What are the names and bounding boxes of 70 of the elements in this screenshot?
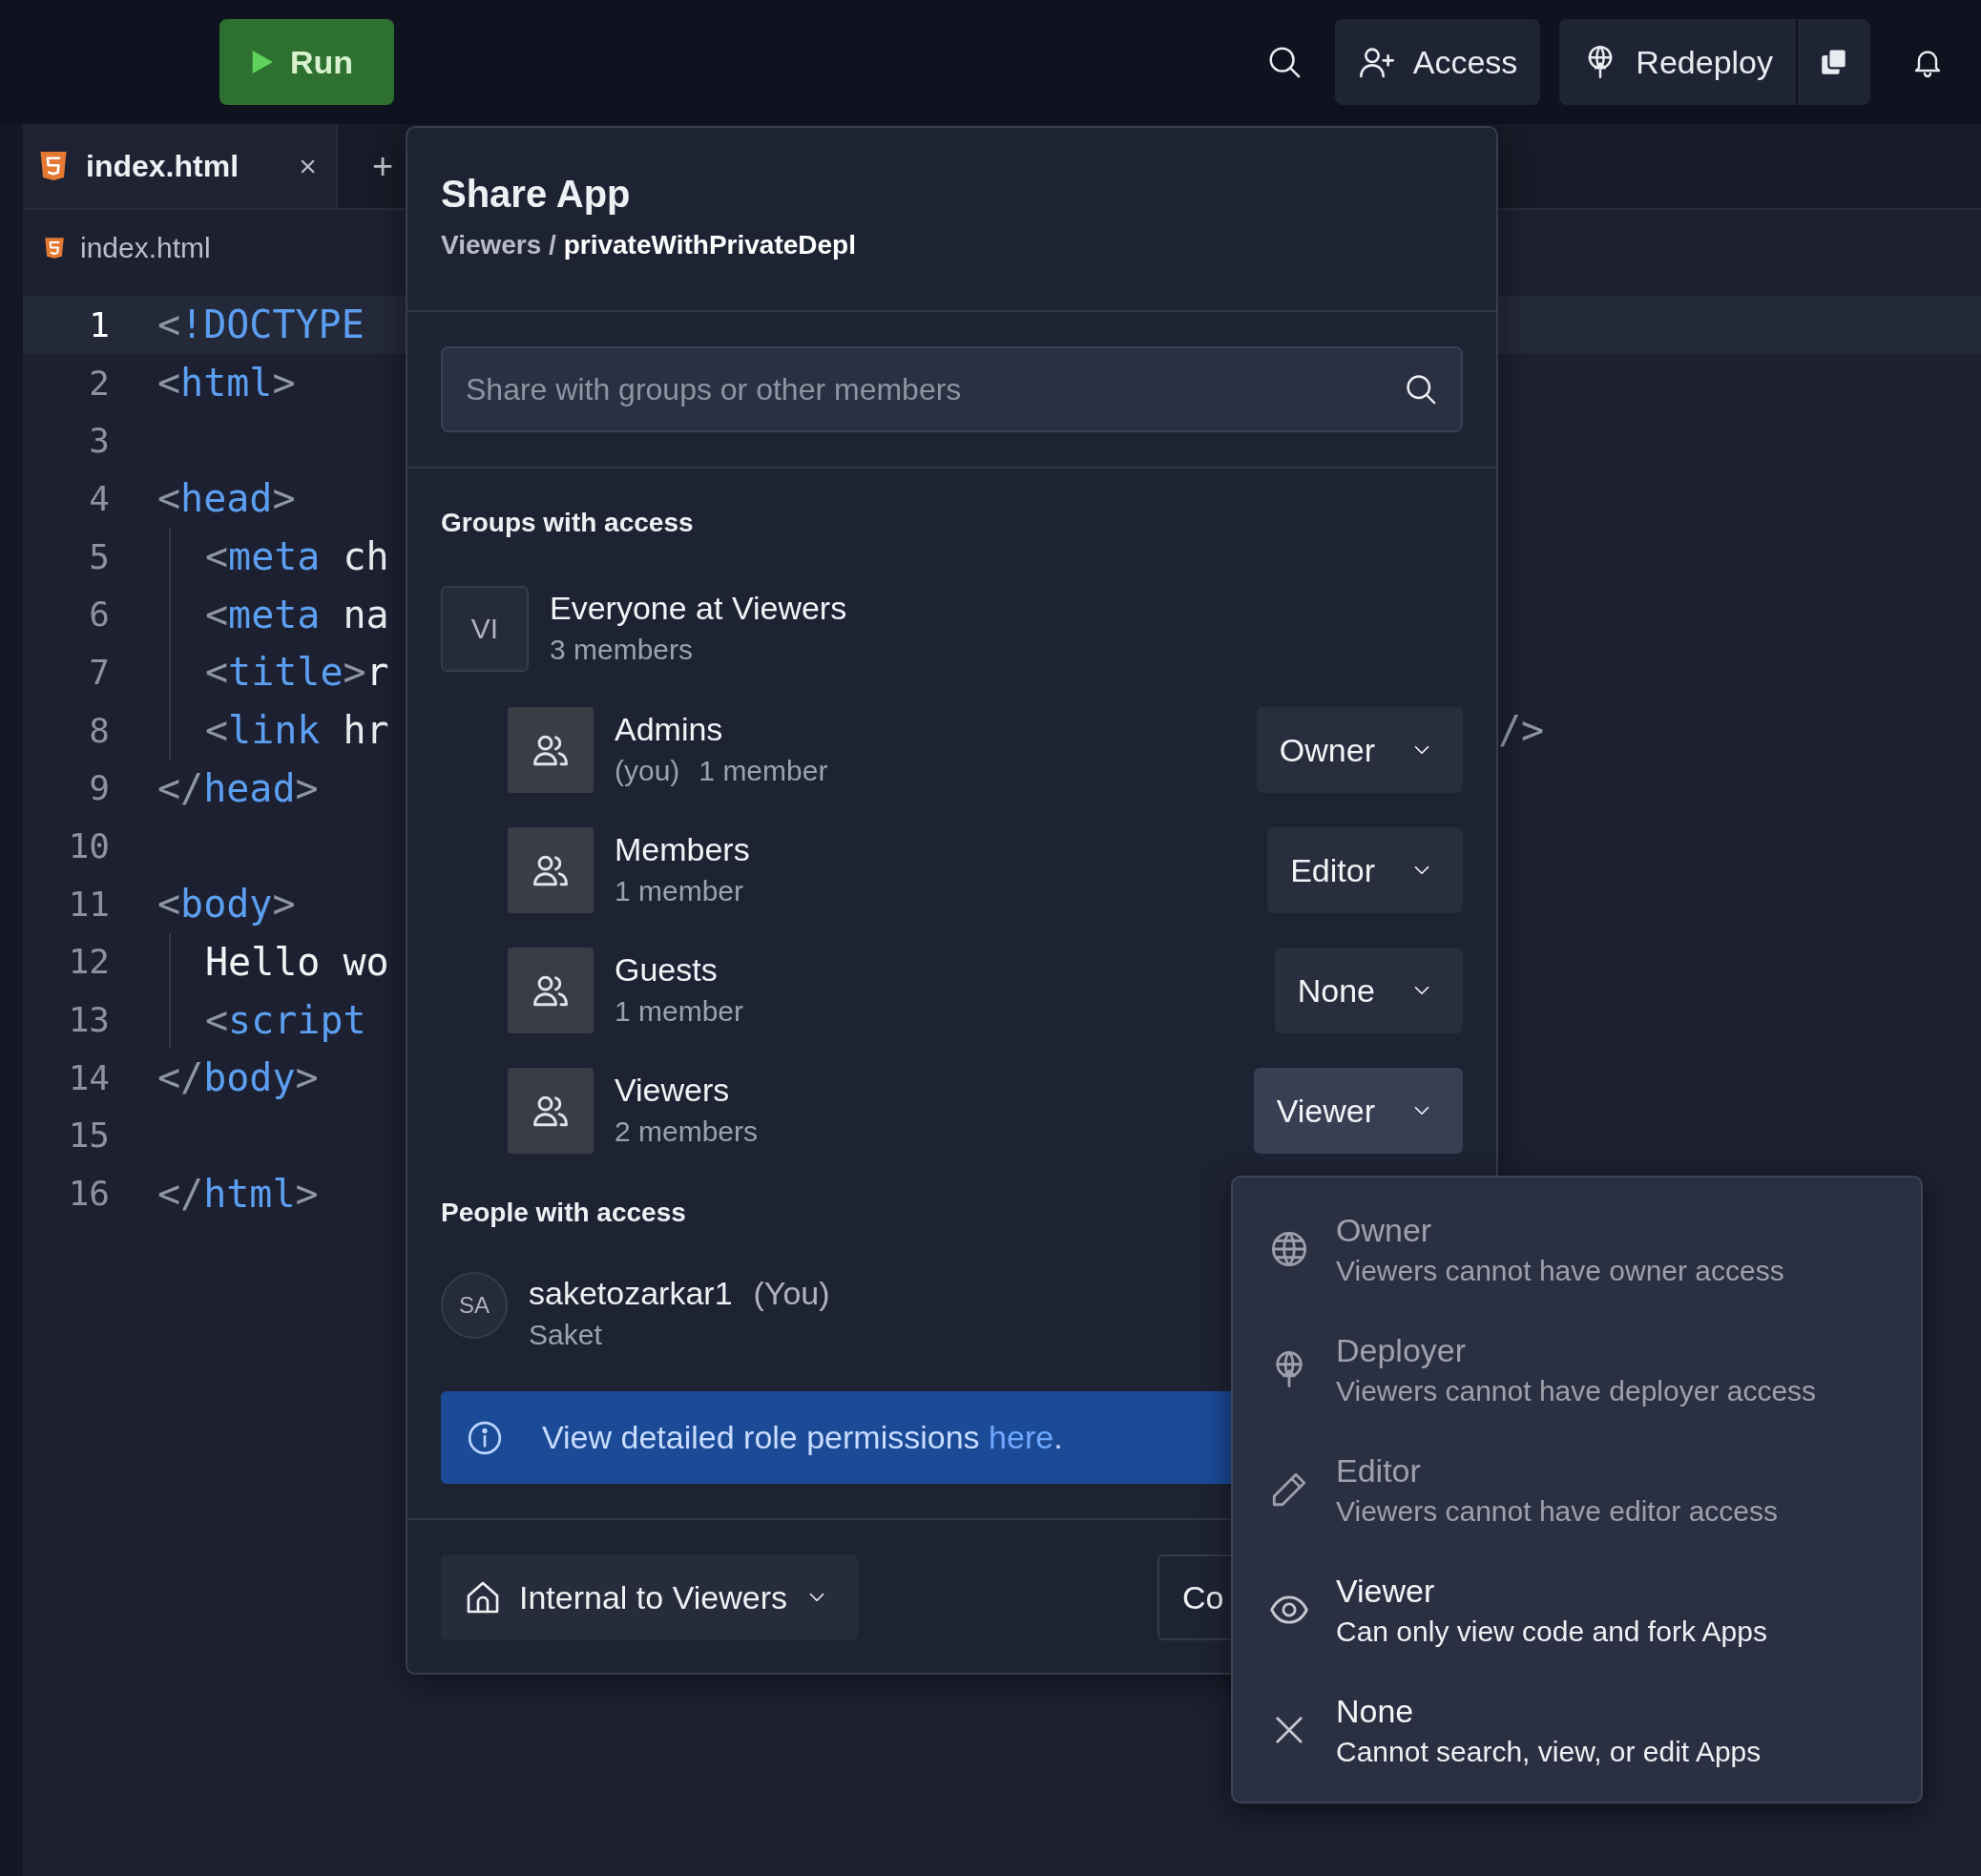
you-note: (you) — [615, 755, 680, 786]
close-tab-button[interactable]: × — [299, 148, 317, 184]
line-number: 4 — [88, 478, 111, 518]
line-number: 6 — [88, 594, 111, 635]
member-count: 1 member — [615, 875, 744, 907]
role-option[interactable]: None Cannot search, view, or edit Apps — [1233, 1670, 1921, 1790]
globe-icon — [1269, 1229, 1309, 1269]
role-option[interactable]: Viewer Can only view code and fork Apps — [1233, 1550, 1921, 1670]
member-count: 3 members — [550, 633, 695, 667]
code-line: Hello wo — [205, 939, 389, 984]
dialog-title: Share App — [441, 172, 632, 217]
code-line: <html> — [157, 361, 296, 406]
role-dropdown[interactable]: Viewer — [1253, 1068, 1463, 1154]
html5-icon — [42, 236, 67, 261]
member-count: 1 member — [615, 995, 744, 1027]
code-line: <link hr — [205, 708, 389, 753]
username: saketozarkar1 — [529, 1275, 733, 1311]
line-number: 11 — [67, 884, 111, 924]
group-name: Everyone at Viewers — [550, 589, 847, 628]
search-icon — [1404, 372, 1438, 406]
run-button[interactable]: Run — [219, 19, 394, 105]
info-message: View detailed role permissions here. — [542, 1419, 1063, 1456]
line-number: 15 — [67, 1115, 111, 1156]
permissions-link[interactable]: here — [989, 1419, 1054, 1455]
line-number: 13 — [67, 1000, 111, 1040]
line-number: 5 — [88, 536, 111, 576]
role-dropdown[interactable]: Editor — [1267, 827, 1463, 913]
dialog-subtitle: Viewers / privateWithPrivateDepl — [441, 230, 857, 261]
code-line: /> — [1498, 708, 1546, 753]
window-button[interactable] — [1798, 19, 1870, 105]
redeploy-button[interactable]: Redeploy — [1559, 19, 1796, 105]
you-note: (You) — [753, 1275, 830, 1311]
code-line: </head> — [157, 765, 319, 810]
line-number: 2 — [88, 363, 111, 403]
user-name: Saket — [529, 1318, 603, 1352]
member-count: 1 member — [699, 755, 828, 786]
group-name: Viewers — [615, 1071, 731, 1110]
code-line: <script — [205, 997, 366, 1042]
line-number: 16 — [67, 1174, 111, 1214]
line-number: 12 — [67, 942, 111, 982]
line-number: 14 — [67, 1057, 111, 1097]
code-line: <title>r — [205, 650, 389, 695]
user-avatar: SA — [441, 1272, 508, 1339]
code-line: <!DOCTYPE — [157, 302, 365, 347]
line-number: 1 — [88, 304, 111, 344]
line-number: 3 — [88, 421, 111, 461]
code-line: </body> — [157, 1055, 319, 1100]
new-tab-button[interactable]: + — [372, 145, 394, 187]
line-number: 9 — [88, 768, 111, 808]
section-heading: Groups with access — [441, 507, 695, 539]
group-name: Admins — [615, 710, 724, 749]
access-button[interactable]: Access — [1334, 19, 1541, 105]
visibility-dropdown[interactable]: Internal to Viewers — [441, 1554, 858, 1640]
group-name: Guests — [615, 950, 719, 990]
group-name: Members — [615, 830, 750, 869]
code-line: </html> — [157, 1171, 319, 1216]
group-avatar: VI — [441, 586, 529, 672]
line-number: 10 — [67, 826, 111, 866]
code-line: <meta na — [205, 592, 389, 636]
section-heading: People with access — [441, 1197, 687, 1229]
code-line: <body> — [157, 882, 296, 927]
code-line: <meta ch — [205, 534, 389, 579]
role-dropdown[interactable]: Owner — [1256, 707, 1463, 793]
file-tab[interactable]: index.html × — [23, 124, 338, 208]
breadcrumb[interactable]: index.html — [80, 232, 211, 264]
line-number: 7 — [88, 652, 111, 692]
role-dropdown[interactable]: None — [1274, 948, 1463, 1033]
code-line: <head> — [157, 476, 296, 521]
member-count: 2 members — [615, 1115, 759, 1147]
line-number: 8 — [88, 710, 111, 750]
